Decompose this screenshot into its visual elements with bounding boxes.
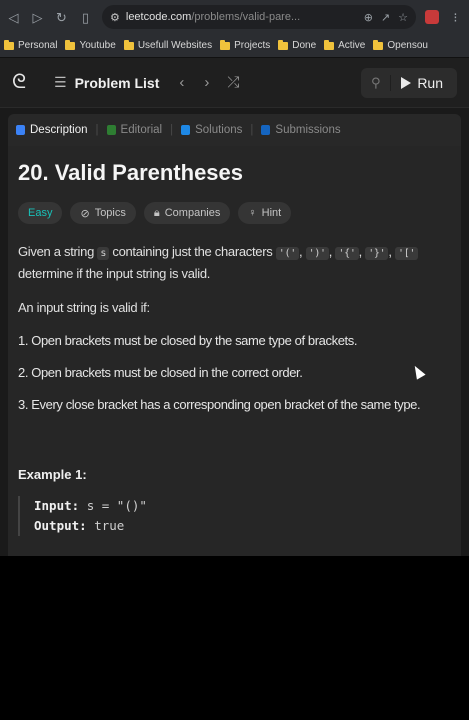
- statement-line-2: determine if the input string is valid.: [18, 266, 211, 281]
- char-open-bracket: '[': [394, 247, 419, 260]
- debug-icon[interactable]: ⚲: [361, 74, 392, 91]
- extensions-icon[interactable]: ⁝: [448, 10, 463, 25]
- forward-icon[interactable]: ▷: [30, 10, 45, 25]
- char-open-brace: '{': [335, 247, 359, 260]
- browser-url-bar: ◁ ▷ ↻ ▯ ⚙ leetcode.com/problems/valid-pa…: [0, 0, 469, 34]
- tab-solutions[interactable]: Solutions: [181, 124, 242, 136]
- tab-divider: |: [170, 124, 174, 136]
- rule-1: 1. Open brackets must be closed by the s…: [18, 333, 358, 348]
- example-block: Input: s = "()" Output: true: [18, 496, 451, 536]
- problem-title: 20. Valid Parentheses: [18, 160, 244, 185]
- bookmarks-bar: Personal Youtube Usefull Websites Projec…: [0, 34, 469, 58]
- bookmark-personal[interactable]: Personal: [4, 39, 57, 51]
- bookmark-youtube[interactable]: Youtube: [65, 39, 116, 51]
- bookmark-usefull-websites[interactable]: Usefull Websites: [123, 39, 212, 51]
- problem-description: 20. Valid Parentheses Easy ⊘ Topics 🔒︎ Com…: [8, 146, 461, 556]
- site-settings-icon[interactable]: ⚙: [110, 11, 120, 24]
- leetcode-logo-icon[interactable]: ᘓ: [12, 71, 42, 94]
- folder-icon: [324, 39, 335, 50]
- char-close-paren: ')': [305, 247, 329, 260]
- companies-chip[interactable]: 🔒︎ Companies: [143, 202, 231, 224]
- tab-divider: |: [95, 124, 99, 136]
- lock-icon: 🔒︎: [153, 206, 160, 219]
- problem-tabs: Description | Editorial | Solutions | Su…: [8, 114, 461, 146]
- leetcode-nav: ᘓ ☰ Problem List ‹ › ⤮ ⚲ Run: [0, 58, 469, 108]
- run-button[interactable]: Run: [391, 75, 457, 91]
- tag-icon: ⊘: [80, 207, 90, 220]
- char-open-paren: '(': [275, 247, 299, 260]
- output-value: true: [94, 518, 125, 533]
- valid-if-text: An input string is valid if:: [18, 300, 150, 315]
- share-icon[interactable]: ↗: [381, 11, 390, 24]
- char-close-brace: '}': [365, 247, 389, 260]
- shuffle-icon[interactable]: ⤮: [227, 74, 239, 91]
- var-s: s: [97, 247, 110, 260]
- folder-icon: [4, 39, 14, 50]
- rules-list: 1. Open brackets must be closed by the s…: [18, 329, 451, 425]
- next-problem-icon[interactable]: ›: [204, 74, 209, 91]
- example-title: Example 1:: [18, 467, 87, 482]
- reload-icon[interactable]: ↻: [54, 10, 69, 25]
- url-path: /problems/valid-pare...: [191, 11, 301, 23]
- tab-editorial[interactable]: Editorial: [106, 124, 162, 136]
- folder-icon: [123, 39, 134, 50]
- bookmark-done[interactable]: Done: [278, 39, 316, 51]
- zoom-icon[interactable]: ⊕: [364, 11, 373, 24]
- difficulty-badge[interactable]: Easy: [18, 202, 63, 224]
- back-icon[interactable]: ◁: [6, 10, 21, 25]
- tab-submissions[interactable]: Submissions: [261, 124, 341, 136]
- problem-chips: Easy ⊘ Topics 🔒︎ Companies ♀ Hint: [18, 202, 451, 224]
- input-label: Input:: [34, 498, 80, 513]
- address-bar[interactable]: ⚙ leetcode.com/problems/valid-pare... ⊕ …: [102, 5, 416, 29]
- screen: ◁ ▷ ↻ ▯ ⚙ leetcode.com/problems/valid-pa…: [0, 0, 469, 556]
- output-label: Output:: [34, 518, 87, 533]
- bookmark-active[interactable]: Active: [324, 39, 365, 51]
- extension-icon[interactable]: [425, 10, 439, 24]
- folder-icon: [373, 39, 384, 50]
- topics-chip[interactable]: ⊘ Topics: [70, 202, 136, 224]
- submissions-icon: [261, 125, 271, 135]
- play-icon: [401, 76, 412, 89]
- lightbulb-icon: ♀: [248, 207, 257, 219]
- rule-3: 3. Every close bracket has a correspondi…: [18, 397, 421, 412]
- folder-icon: [65, 39, 76, 50]
- problem-statement: Given a string s containing just the cha…: [18, 242, 451, 284]
- run-controls: ⚲ Run: [361, 67, 457, 98]
- problem-list-button[interactable]: ☰ Problem List: [54, 74, 159, 91]
- rule-2: 2. Open brackets must be closed in the c…: [18, 365, 303, 380]
- folder-icon: [278, 39, 289, 50]
- editorial-icon: [106, 125, 116, 135]
- solutions-icon: [181, 125, 191, 135]
- bookmark-opensource[interactable]: Opensou: [373, 39, 428, 51]
- tab-description[interactable]: Description: [16, 124, 88, 136]
- bookmark-projects[interactable]: Projects: [220, 39, 270, 51]
- bookmark-icon[interactable]: ▯: [78, 10, 93, 25]
- input-value: s = "()": [86, 498, 147, 513]
- statement-line-1: Given a string s containing just the cha…: [18, 242, 451, 264]
- url-host: leetcode.com: [125, 11, 192, 23]
- tab-divider: |: [250, 124, 254, 136]
- folder-icon: [220, 39, 231, 50]
- list-icon: ☰: [54, 74, 67, 90]
- hint-chip[interactable]: ♀ Hint: [238, 202, 292, 224]
- prev-problem-icon[interactable]: ‹: [179, 74, 184, 91]
- star-icon[interactable]: ☆: [398, 11, 408, 24]
- description-icon: [16, 125, 25, 135]
